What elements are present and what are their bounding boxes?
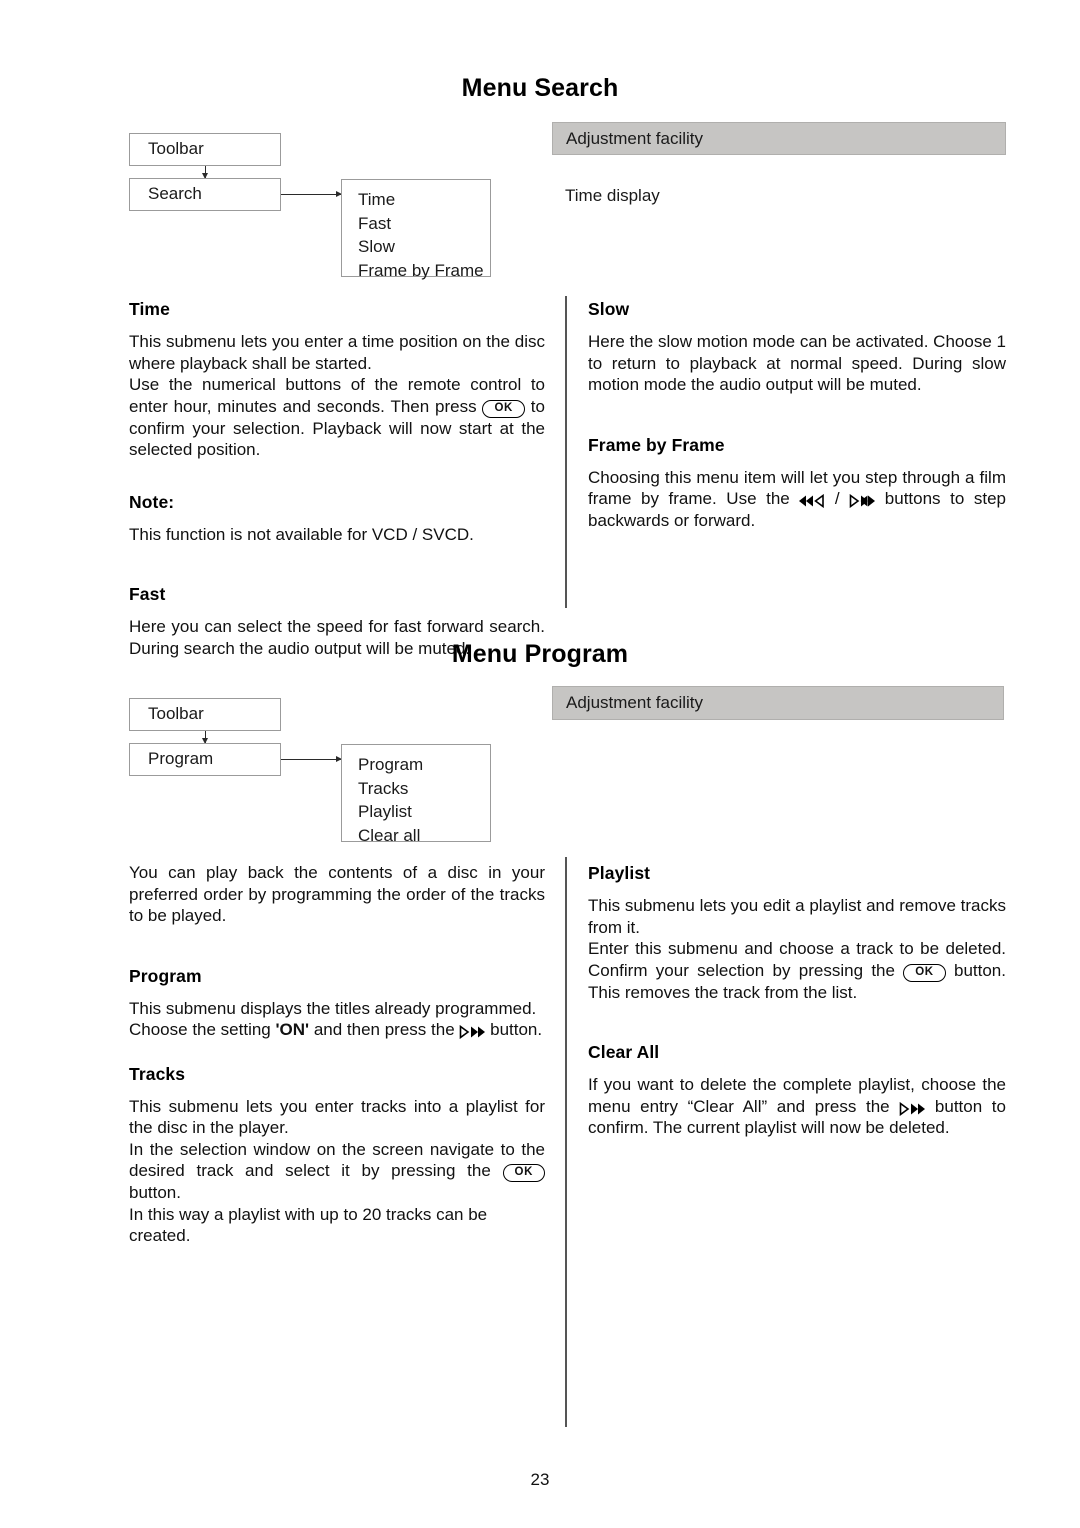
- heading-fast: Fast: [129, 584, 166, 604]
- submenu-item-slow: Slow: [358, 237, 395, 256]
- submenu-item-tracks: Tracks: [358, 778, 409, 798]
- paragraph-tracks-2: In the selection window on the screen na…: [129, 1139, 545, 1204]
- diagram-box-search: Search: [129, 178, 281, 211]
- manual-page: Menu Search Toolbar Search Time Fast Slo…: [0, 0, 1080, 1528]
- paragraph-program-intro: You can play back the contents of a disc…: [129, 863, 545, 925]
- forward-step-icon: [899, 1101, 926, 1116]
- arrow-right-icon: [281, 755, 342, 762]
- column-divider-program: [565, 857, 567, 1427]
- diagram-box-toolbar-program: Toolbar: [129, 698, 281, 731]
- submenu-item-frame-by-frame: Frame by Frame: [358, 260, 484, 280]
- search-left-column: Time This submenu lets you enter a time …: [129, 298, 545, 659]
- arrow-down-icon: [202, 166, 208, 179]
- column-divider-search: [565, 296, 567, 608]
- heading-time: Time: [129, 299, 170, 319]
- program-left-column: You can play back the contents of a disc…: [129, 862, 545, 1247]
- heading-tracks: Tracks: [129, 1063, 186, 1084]
- paragraph-program-2: Choose the setting 'ON' and then press t…: [129, 1019, 545, 1041]
- diagram-box-program: Program: [129, 743, 281, 776]
- diagram-box-search-submenu: Time Fast Slow Frame by Frame: [341, 179, 491, 280]
- paragraph-time-2: Use the numerical buttons of the remote …: [129, 374, 545, 461]
- forward-step-icon: [459, 1024, 486, 1040]
- paragraph-playlist-1: This submenu lets you edit a playlist an…: [588, 896, 1006, 937]
- paragraph-playlist-2: Enter this submenu and choose a track to…: [588, 938, 1006, 1003]
- adjustment-facility-bar-search: Adjustment facility: [552, 122, 1006, 155]
- paragraph-tracks-2-part-b: button.: [129, 1183, 181, 1202]
- ok-button-icon: OK: [482, 399, 525, 418]
- paragraph-program-1: This submenu displays the titles already…: [129, 998, 537, 1018]
- ok-button-icon: OK: [502, 1164, 545, 1182]
- paragraph-tracks-2-part-a: In the selection window on the screen na…: [129, 1139, 545, 1181]
- paragraph-time-1: This submenu lets you enter a time posit…: [129, 332, 545, 373]
- paragraph-program-2-part-b: and then press the: [313, 1020, 455, 1039]
- heading-playlist: Playlist: [588, 863, 651, 883]
- rewind-step-back-icon: [799, 493, 825, 509]
- paragraph-tracks-1: This submenu lets you enter tracks into …: [129, 1096, 545, 1138]
- search-right-column: Slow Here the slow motion mode can be ac…: [588, 298, 1006, 531]
- heading-clear-all: Clear All: [588, 1042, 660, 1062]
- diagram-box-toolbar: Toolbar: [129, 133, 281, 166]
- program-right-column: Playlist This submenu lets you edit a pl…: [588, 862, 1006, 1139]
- paragraph-note-1: This function is not available for VCD /…: [129, 524, 474, 544]
- heading-note: Note:: [129, 491, 175, 512]
- section-title-menu-search: Menu Search: [461, 74, 619, 102]
- forward-step-icon: [849, 493, 876, 509]
- paragraph-program-2-part-a: Choose the setting: [129, 1020, 271, 1039]
- heading-slow: Slow: [588, 299, 630, 319]
- paragraph-program-2-part-c: button.: [490, 1020, 543, 1039]
- diagram-box-program-submenu: Program Tracks Playlist Clear all: [341, 744, 491, 845]
- adjustment-facility-bar-program: Adjustment facility: [552, 686, 1004, 720]
- paragraph-slow-1: Here the slow motion mode can be activat…: [588, 332, 1006, 394]
- submenu-item-program: Program: [358, 755, 424, 774]
- page-number: 23: [530, 1470, 550, 1489]
- paragraph-clear-all-1: If you want to delete the complete playl…: [588, 1074, 1006, 1139]
- paragraph-frame-by-frame-1: Choosing this menu item will let you ste…: [588, 467, 1006, 532]
- heading-frame-by-frame: Frame by Frame: [588, 434, 725, 455]
- arrow-right-icon: [281, 190, 342, 197]
- submenu-item-clear-all: Clear all: [358, 825, 421, 845]
- section-title-menu-program: Menu Program: [451, 640, 629, 668]
- arrow-down-icon: [202, 731, 208, 744]
- submenu-item-fast: Fast: [358, 213, 392, 233]
- paragraph-tracks-3: In this way a playlist with up to 20 tra…: [129, 1204, 488, 1246]
- setting-value-on: 'ON': [275, 1020, 310, 1039]
- glyph-separator: /: [834, 489, 840, 508]
- submenu-item-playlist: Playlist: [358, 802, 412, 821]
- ok-button-icon: OK: [903, 963, 946, 982]
- adjustment-note-time-display: Time display: [565, 186, 660, 205]
- heading-program: Program: [129, 965, 202, 986]
- submenu-item-time: Time: [358, 190, 396, 209]
